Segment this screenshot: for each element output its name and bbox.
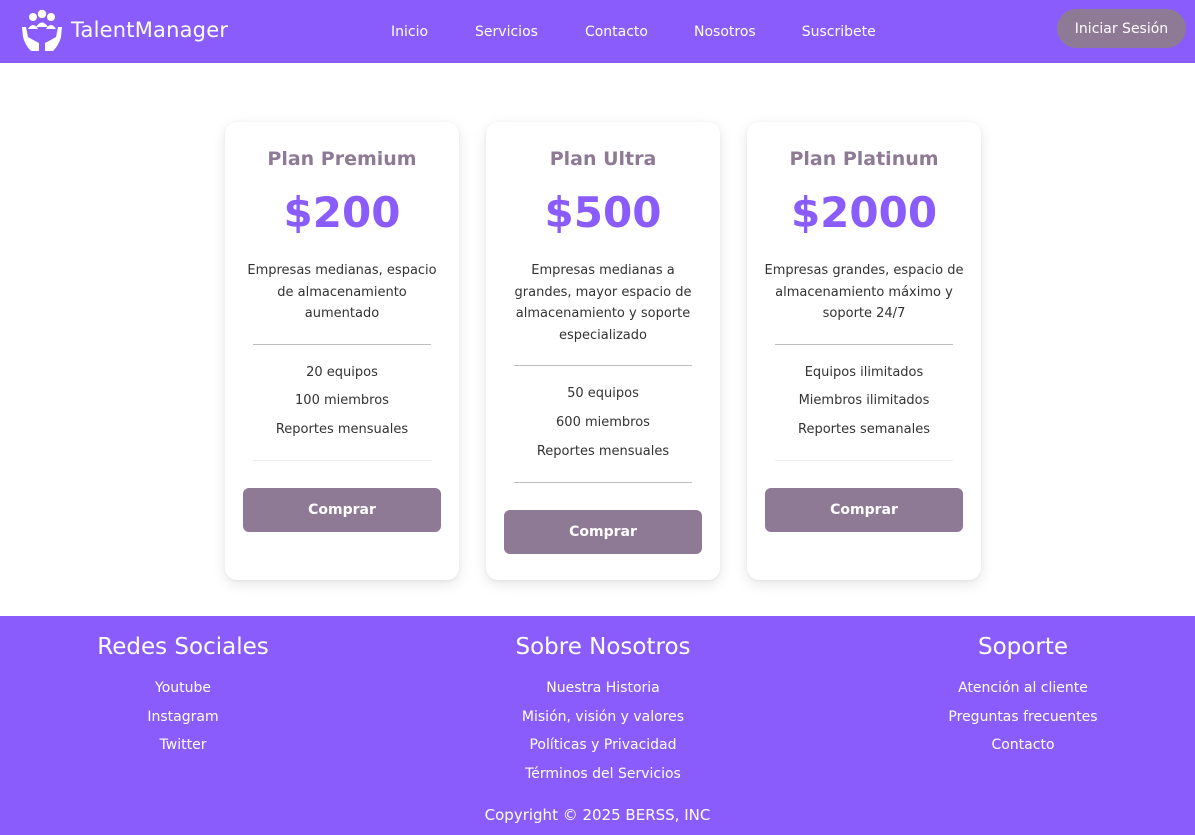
plan-description: Empresas grandes, espacio de almacenamie… <box>764 263 964 321</box>
plan-card-premium: Plan Premium $200 Empresas medianas, esp… <box>225 122 459 580</box>
footer-column-title: Sobre Nosotros <box>515 634 691 660</box>
footer-column-title: Redes Sociales <box>97 634 269 660</box>
footer-link-history[interactable]: Nuestra Historia <box>453 680 753 696</box>
plan-feature: 100 miembros <box>295 393 389 408</box>
divider <box>775 460 953 461</box>
footer-link-privacy[interactable]: Políticas y Privacidad <box>453 737 753 753</box>
nav-inicio[interactable]: Inicio <box>391 24 428 40</box>
plan-title: Plan Platinum <box>789 148 939 170</box>
divider <box>514 482 692 483</box>
site-footer: Redes Sociales Youtube Instagram Twitter… <box>0 616 1195 835</box>
plan-title: Plan Premium <box>267 148 417 170</box>
divider <box>253 344 431 345</box>
footer-link-youtube[interactable]: Youtube <box>33 680 333 696</box>
footer-link-terms[interactable]: Términos del Servicios <box>453 766 753 782</box>
nav-contacto[interactable]: Contacto <box>585 24 648 40</box>
brand-name: TalentManager <box>71 18 229 42</box>
plan-feature: Equipos ilimitados <box>804 365 924 380</box>
team-hands-icon <box>22 9 62 51</box>
plan-feature: Reportes mensuales <box>275 422 409 437</box>
plan-feature: Reportes mensuales <box>536 444 670 459</box>
footer-link-customer-service[interactable]: Atención al cliente <box>873 680 1173 696</box>
nav-servicios[interactable]: Servicios <box>475 24 538 40</box>
plan-price: $2000 <box>790 188 938 237</box>
divider <box>253 460 431 461</box>
plan-price: $200 <box>283 188 401 237</box>
buy-platinum-button[interactable]: Comprar <box>765 488 963 532</box>
copyright-text: Copyright © 2025 BERSS, INC <box>484 806 711 824</box>
plan-price: $500 <box>544 188 662 237</box>
plan-feature: Reportes semanales <box>798 422 930 437</box>
plan-feature: 20 equipos <box>306 365 378 380</box>
buy-ultra-button[interactable]: Comprar <box>504 510 702 554</box>
plan-feature: 50 equipos <box>567 386 639 401</box>
divider <box>775 344 953 345</box>
plan-card-platinum: Plan Platinum $2000 Empresas grandes, es… <box>747 122 981 580</box>
footer-link-faq[interactable]: Preguntas frecuentes <box>873 709 1173 725</box>
footer-column-title: Soporte <box>978 634 1068 660</box>
buy-premium-button[interactable]: Comprar <box>243 488 441 532</box>
nav-nosotros[interactable]: Nosotros <box>694 24 756 40</box>
plan-description: Empresas medianas, espacio de almacenami… <box>247 263 437 321</box>
footer-link-twitter[interactable]: Twitter <box>33 737 333 753</box>
footer-link-instagram[interactable]: Instagram <box>33 709 333 725</box>
login-button[interactable]: Iniciar Sesión <box>1057 9 1186 48</box>
main-nav: Inicio Servicios Contacto Nosotros Suscr… <box>391 0 876 63</box>
footer-link-contact[interactable]: Contacto <box>873 737 1173 753</box>
plan-title: Plan Ultra <box>549 148 657 170</box>
brand-logo[interactable]: TalentManager <box>19 7 228 53</box>
plan-feature: 600 miembros <box>556 415 650 430</box>
plan-feature: Miembros ilimitados <box>798 393 930 408</box>
nav-suscribete[interactable]: Suscribete <box>802 24 876 40</box>
footer-link-mission[interactable]: Misión, visión y valores <box>453 709 753 725</box>
divider <box>514 365 692 366</box>
plan-description: Empresas medianas a grandes, mayor espac… <box>514 263 692 343</box>
top-navbar: TalentManager Inicio Servicios Contacto … <box>0 0 1195 63</box>
plan-card-ultra: Plan Ultra $500 Empresas medianas a gran… <box>486 122 720 580</box>
